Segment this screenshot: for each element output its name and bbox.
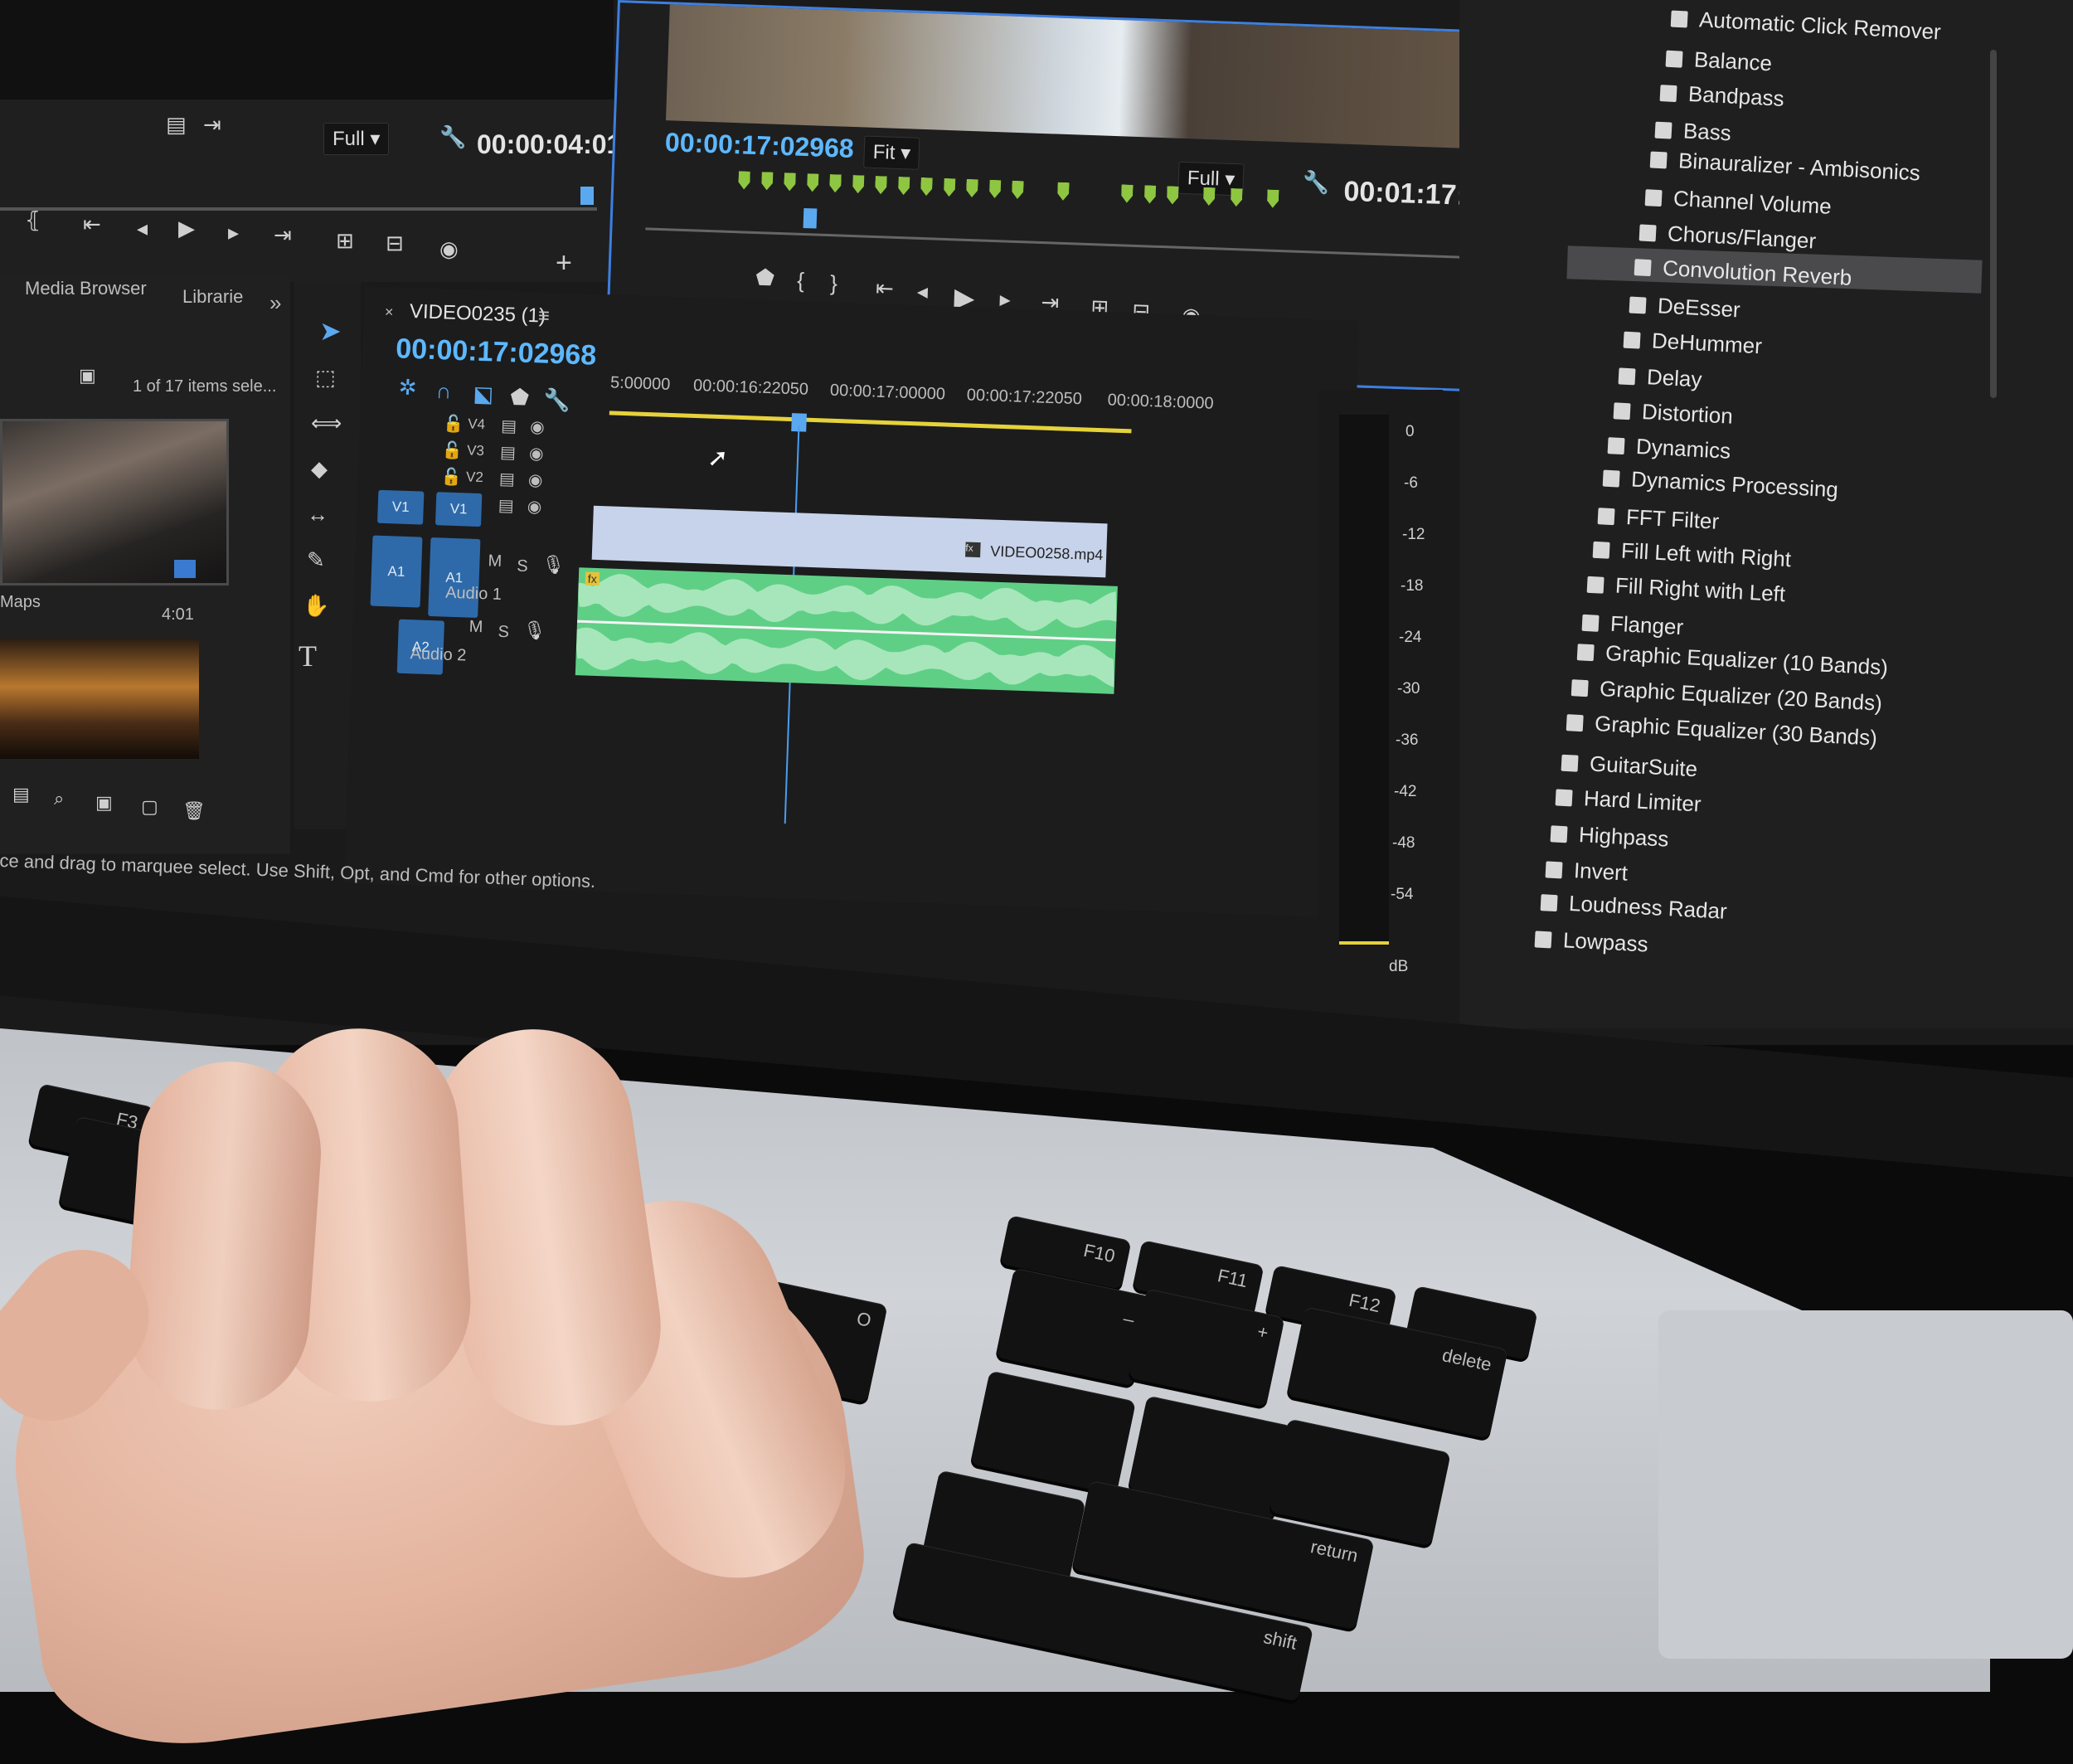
key-label: _ [1123, 1300, 1138, 1323]
key-label: F10 [1081, 1239, 1117, 1267]
key-label: delete [1440, 1344, 1493, 1376]
key-label: F11 [1216, 1265, 1250, 1292]
keyboard-key[interactable]: _ [995, 1267, 1153, 1387]
key-label: shift [1261, 1626, 1299, 1654]
hand [0, 1012, 1012, 1764]
key-label: return [1308, 1536, 1360, 1567]
key-label: F12 [1347, 1289, 1382, 1317]
keyboard-key[interactable]: + [1128, 1288, 1285, 1407]
key-label: + [1255, 1320, 1270, 1344]
finger-pinky [120, 1055, 328, 1417]
